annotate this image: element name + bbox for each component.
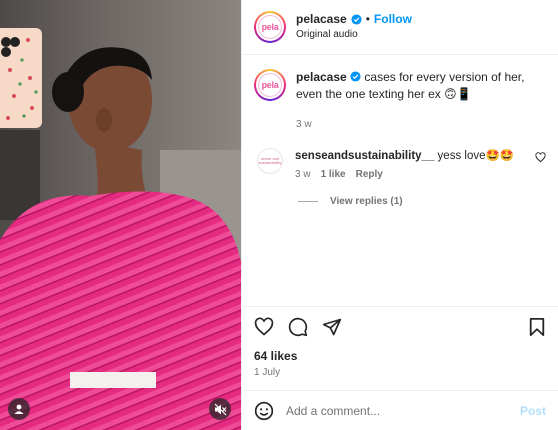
share-button[interactable]	[322, 317, 342, 337]
post-header: pela pelacase • Follow Original audio	[242, 0, 558, 55]
heart-icon	[254, 317, 274, 336]
verified-badge-icon	[350, 71, 361, 82]
view-replies-button[interactable]: View replies (1)	[298, 196, 546, 207]
user-tag-icon	[14, 404, 24, 414]
pela-logo: pela	[258, 15, 282, 39]
caption-avatar[interactable]: pela	[254, 69, 286, 101]
post-date[interactable]: 1 July	[254, 367, 546, 378]
comment-icon	[288, 317, 308, 337]
comment-item: sense and sustainability senseandsustain…	[254, 148, 546, 180]
video-frame	[0, 0, 241, 430]
comment-like-heart-icon[interactable]	[535, 152, 546, 163]
like-button[interactable]	[254, 317, 274, 337]
add-comment-bar: Post	[242, 390, 558, 430]
mute-button[interactable]	[209, 398, 231, 420]
comment-text: yess love🤩🤩	[437, 150, 515, 162]
save-button[interactable]	[528, 317, 546, 337]
author-avatar[interactable]: pela	[254, 11, 286, 43]
caption-time[interactable]: 3 w	[296, 119, 546, 130]
audio-link[interactable]: Original audio	[296, 29, 412, 42]
caption-username[interactable]: pelacase	[296, 70, 347, 84]
caption: pela pelacase cases for every version of…	[254, 69, 546, 130]
comment-input[interactable]	[286, 403, 520, 418]
instagram-post-modal: pela pelacase • Follow Original audio pe…	[0, 0, 558, 430]
commenter-avatar[interactable]: sense and sustainability	[257, 148, 283, 174]
separator-dot: •	[365, 12, 370, 27]
likes-count[interactable]: 64 likes	[254, 349, 546, 363]
comment-button[interactable]	[288, 317, 308, 337]
muted-speaker-icon	[214, 403, 226, 415]
pink-sweater	[0, 191, 241, 430]
comments-section: pela pelacase cases for every version of…	[242, 55, 558, 306]
post-sidebar: pela pelacase • Follow Original audio pe…	[241, 0, 558, 430]
pela-logo: pela	[258, 73, 282, 97]
post-actions: 64 likes 1 July	[242, 306, 558, 390]
author-username[interactable]: pelacase	[296, 12, 347, 27]
comment-time[interactable]: 3 w	[295, 169, 311, 180]
user-tag-button[interactable]	[8, 398, 30, 420]
bookmark-icon	[529, 318, 545, 336]
commenter-username[interactable]: senseandsustainability__	[295, 150, 434, 162]
follow-button[interactable]: Follow	[374, 12, 412, 27]
view-replies-label: View replies (1)	[330, 196, 403, 207]
reply-button[interactable]: Reply	[356, 169, 383, 180]
send-icon	[322, 318, 342, 336]
post-media[interactable]	[0, 0, 241, 430]
verified-badge-icon	[351, 14, 362, 25]
post-comment-button[interactable]: Post	[520, 404, 546, 418]
replies-divider	[298, 201, 318, 202]
comment-likes[interactable]: 1 like	[321, 169, 346, 180]
emoji-icon[interactable]	[254, 401, 274, 421]
